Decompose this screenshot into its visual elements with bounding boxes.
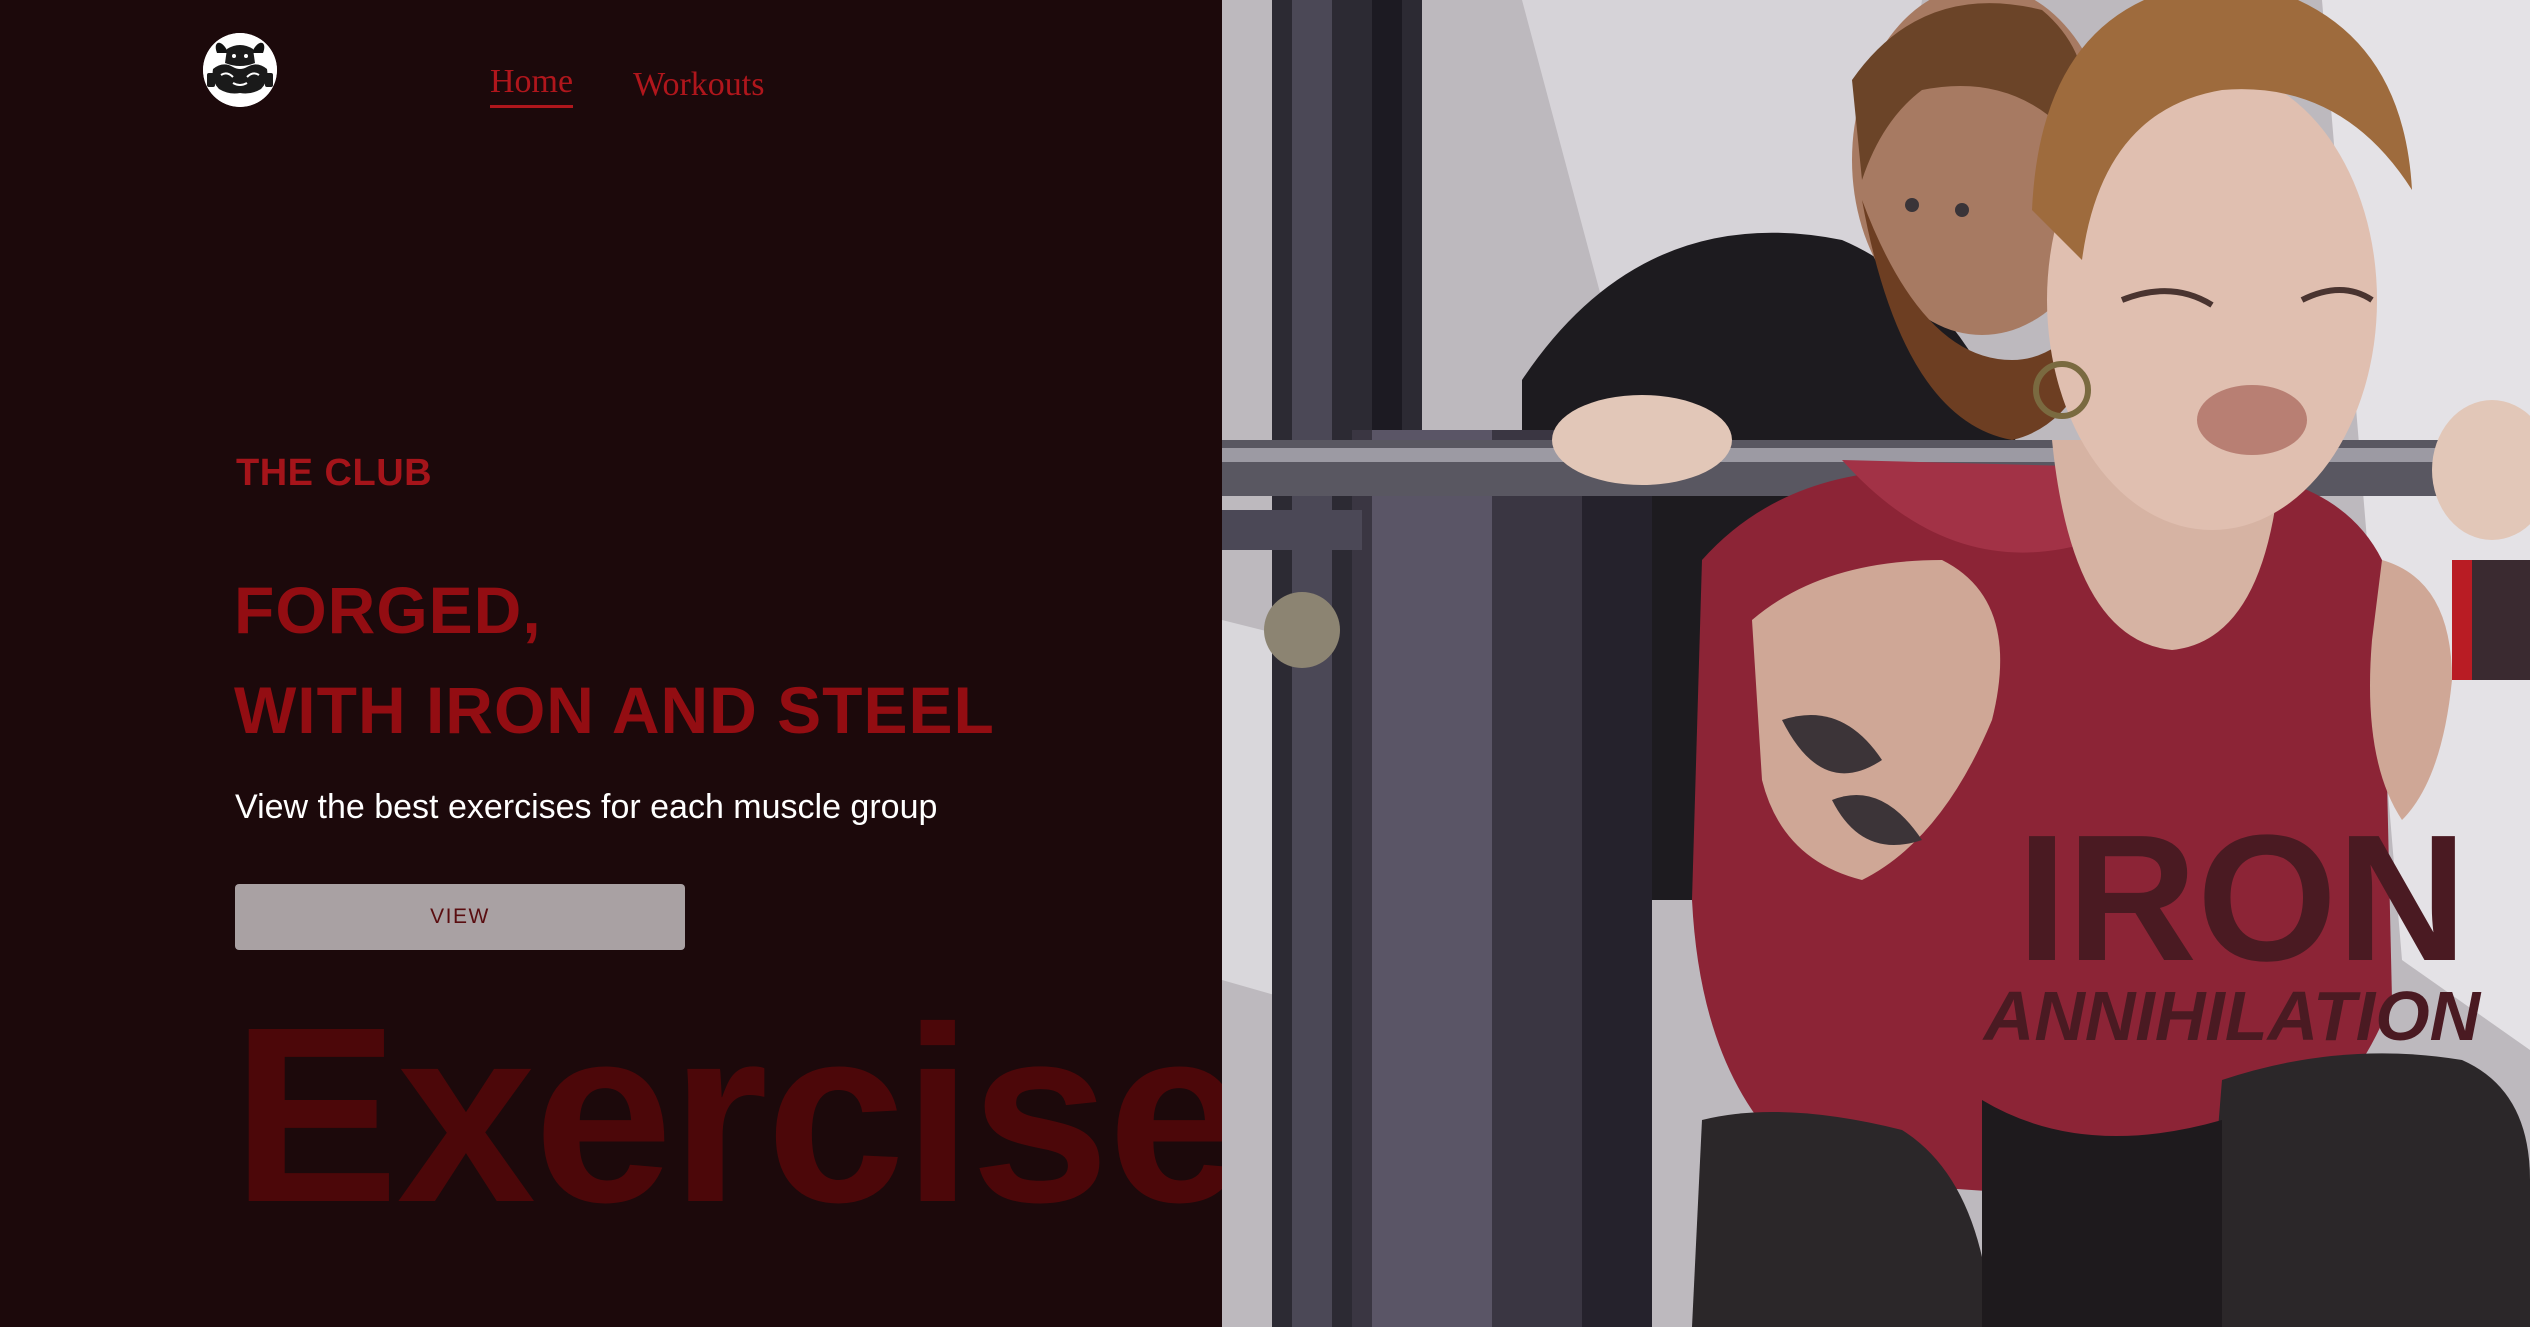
hero-panel: Home Workouts THE CLUB FORGED, WITH IRON… <box>0 0 1247 1327</box>
hero-photo: IRON ANNIHILATION <box>1222 0 2530 1327</box>
hero-headline: FORGED, WITH IRON AND STEEL <box>234 560 995 760</box>
page: Home Workouts THE CLUB FORGED, WITH IRON… <box>0 0 2530 1327</box>
shirt-text-iron: IRON <box>2017 798 2467 999</box>
bull-logo-icon[interactable] <box>203 33 277 107</box>
hero-headline-line2: WITH IRON AND STEEL <box>234 673 995 747</box>
nav-workouts-link[interactable]: Workouts <box>633 66 764 108</box>
hero-subtitle: View the best exercises for each muscle … <box>235 788 938 826</box>
hero-kicker: THE CLUB <box>236 452 433 494</box>
main-nav: Home Workouts <box>490 63 764 108</box>
view-button[interactable]: VIEW <box>235 884 685 950</box>
background-word: Exercise <box>232 975 1247 1254</box>
nav-home-link[interactable]: Home <box>490 63 574 108</box>
shirt-text-annihilation: ANNIHILATION <box>1982 977 2482 1055</box>
hero-headline-line1: FORGED, <box>234 573 542 647</box>
